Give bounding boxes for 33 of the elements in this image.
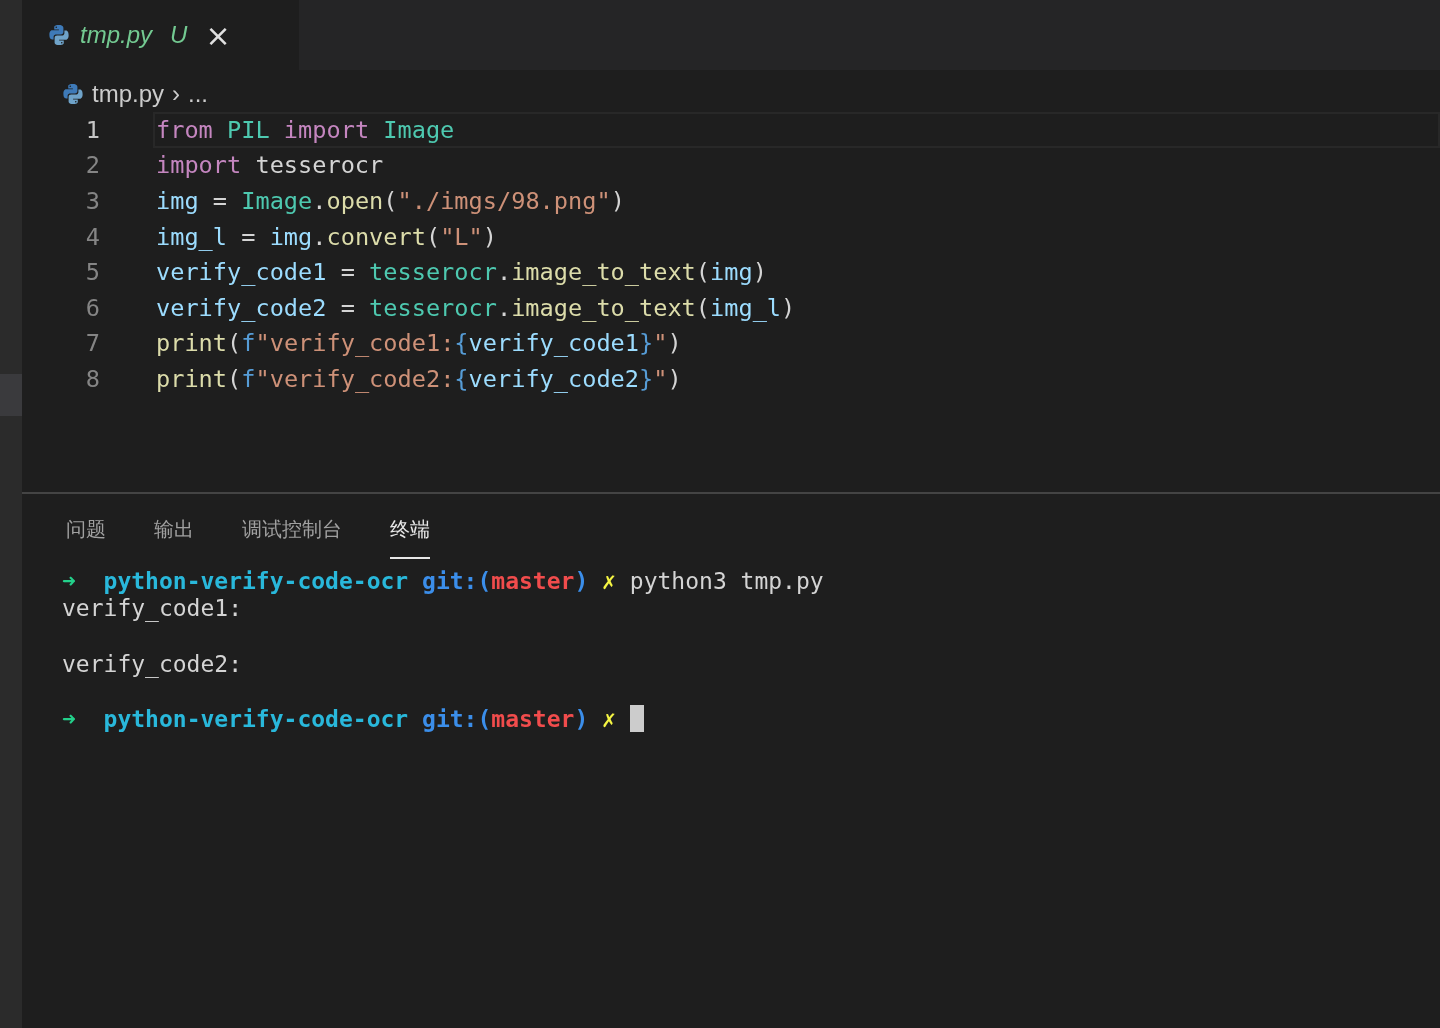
line-number: 5 bbox=[84, 258, 101, 287]
code-line: import tesserocr bbox=[155, 150, 385, 182]
panel-tab[interactable]: 输出 bbox=[154, 508, 194, 559]
line-number: 7 bbox=[84, 329, 101, 358]
breadcrumb-item[interactable]: ... bbox=[188, 80, 209, 108]
line-number: 3 bbox=[84, 187, 101, 215]
line-number: 4 bbox=[84, 222, 101, 251]
breadcrumb-separator: › bbox=[172, 80, 181, 108]
line-number: 8 bbox=[84, 364, 101, 393]
line-number: 1 bbox=[84, 115, 101, 144]
code-line: verify_code2 = tesserocr.image_to_text(img_l) bbox=[155, 292, 797, 324]
line-number: 2 bbox=[84, 151, 101, 180]
panel-tab[interactable]: 终端 bbox=[390, 508, 430, 559]
line-number: 6 bbox=[84, 293, 101, 322]
panel-tab[interactable]: 问题 bbox=[66, 508, 106, 559]
code-line: print(f"verify_code2:{verify_code2}") bbox=[155, 363, 683, 395]
terminal-line: ➜ python-verify-code-ocr git:(master) ✗ bbox=[62, 705, 616, 732]
terminal-line: ➜ python-verify-code-ocr git:(master) ✗ python3 tmp.py bbox=[62, 567, 824, 594]
breadcrumb-item[interactable]: tmp.py bbox=[92, 80, 165, 108]
python-file-icon bbox=[62, 83, 84, 105]
code-line: verify_code1 = tesserocr.image_to_text(img) bbox=[155, 257, 768, 289]
code-line: img = Image.open("./imgs/98.png") bbox=[155, 186, 626, 217]
editor-tab[interactable]: tmp.py U × bbox=[22, 0, 299, 70]
terminal-line: verify_code1: bbox=[62, 595, 242, 622]
code-line: img_l = img.convert("L") bbox=[155, 221, 498, 253]
close-button[interactable]: × bbox=[197, 17, 231, 53]
python-file-icon bbox=[48, 24, 70, 46]
tab-filename: tmp.py bbox=[80, 21, 153, 49]
active-indicator bbox=[0, 374, 22, 416]
code-line: print(f"verify_code1:{verify_code1}") bbox=[155, 328, 683, 360]
git-status-label: U bbox=[170, 21, 188, 49]
terminal-line: verify_code2: bbox=[62, 650, 242, 677]
panel-tab[interactable]: 调试控制台 bbox=[242, 508, 342, 559]
